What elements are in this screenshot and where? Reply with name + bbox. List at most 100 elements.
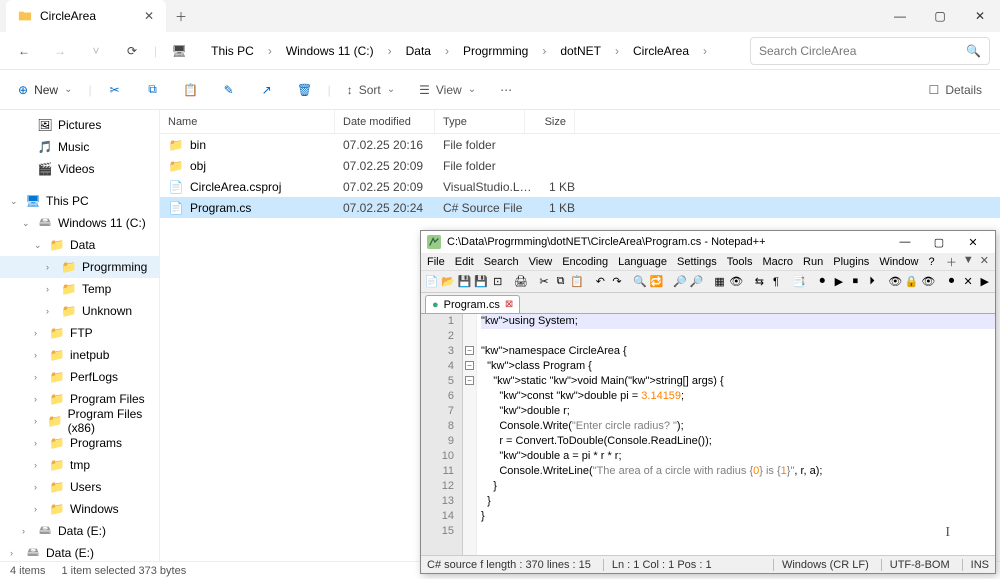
sort-button[interactable]: ↕ Sort ⌄ <box>339 76 403 104</box>
tree-item[interactable]: ›📁Progrmming <box>0 256 159 278</box>
npp-tool-icon[interactable]: 👁 <box>921 274 936 290</box>
tab-add-button[interactable]: ＋ <box>166 8 196 25</box>
npp-menu-add[interactable]: ＋ <box>946 254 957 270</box>
code-line[interactable]: "kw">namespace CircleArea { <box>481 344 995 359</box>
breadcrumb-segment[interactable]: This PC <box>205 41 260 61</box>
tree-item[interactable]: ›📁Program Files (x86) <box>0 410 159 432</box>
npp-tool-icon[interactable]: ▶ <box>832 274 847 290</box>
npp-tool-icon[interactable]: ⏺ <box>944 274 959 290</box>
npp-tool-icon[interactable]: ▦ <box>712 274 727 290</box>
col-type[interactable]: Type <box>435 110 525 133</box>
npp-menu-encoding[interactable]: Encoding <box>562 256 608 268</box>
npp-titlebar[interactable]: C:\Data\Progrmming\dotNET\CircleArea\Pro… <box>421 231 995 253</box>
npp-tool-icon[interactable]: ▶ <box>977 274 992 290</box>
new-button[interactable]: ⊕ New ⌄ <box>10 76 80 104</box>
npp-tool-icon[interactable]: ⏹ <box>848 274 863 290</box>
npp-file-tab[interactable]: ● Program.cs ⊠ <box>425 295 520 313</box>
tree-item[interactable]: ›📁Unknown <box>0 300 159 322</box>
tree-item[interactable]: ›🖴Data (E:) <box>0 542 159 561</box>
search-input[interactable]: Search CircleArea 🔍 <box>750 37 990 65</box>
npp-tool-icon[interactable]: ⇆ <box>752 274 767 290</box>
tree-item[interactable]: ›📁Programs <box>0 432 159 454</box>
more-button[interactable]: ⋯ <box>492 76 520 104</box>
npp-tool-icon[interactable]: 💾 <box>474 274 489 290</box>
copy-button[interactable]: ⧉ <box>138 76 168 104</box>
breadcrumb-segment[interactable]: Progrmming <box>457 41 534 61</box>
code-line[interactable]: } <box>481 494 995 509</box>
npp-menu-file[interactable]: File <box>427 256 445 268</box>
npp-tool-icon[interactable]: ↶ <box>593 274 608 290</box>
npp-tool-icon[interactable]: 📄 <box>424 274 439 290</box>
back-button[interactable]: ← <box>10 37 38 65</box>
npp-tool-icon[interactable]: 👁 <box>888 274 903 290</box>
breadcrumb-segment[interactable]: dotNET <box>554 41 607 61</box>
npp-tool-icon[interactable]: 💾 <box>457 274 472 290</box>
npp-tool-icon[interactable]: 📂 <box>441 274 456 290</box>
breadcrumb-segment[interactable]: Data <box>400 41 437 61</box>
paste-button[interactable]: 📋 <box>176 76 206 104</box>
refresh-button[interactable]: ⟳ <box>118 37 146 65</box>
cut-button[interactable]: ✂ <box>100 76 130 104</box>
npp-menu-settings[interactable]: Settings <box>677 256 717 268</box>
npp-tool-icon[interactable]: ¶ <box>769 274 784 290</box>
npp-tool-icon[interactable]: ⏺ <box>815 274 830 290</box>
npp-tool-icon[interactable]: 🔁 <box>649 274 664 290</box>
tree-item[interactable]: ⌄🖥This PC <box>0 190 159 212</box>
npp-tool-icon[interactable]: 🔍 <box>633 274 648 290</box>
npp-tool-icon[interactable]: 🔒 <box>904 274 919 290</box>
quickaccess-pictures[interactable]: 🖼Pictures <box>0 114 159 136</box>
npp-tool-icon[interactable]: ⊡ <box>490 274 505 290</box>
file-row[interactable]: 📄CircleArea.csproj 07.02.25 20:09VisualS… <box>160 176 1000 197</box>
code-line[interactable]: Console.WriteLine("The area of a circle … <box>481 464 995 479</box>
npp-tool-icon[interactable]: ⏵ <box>865 274 880 290</box>
close-button[interactable]: ✕ <box>960 0 1000 32</box>
col-size[interactable]: Size <box>525 110 575 133</box>
nav-tree[interactable]: 🖼Pictures🎵Music🎬Videos⌄🖥This PC⌄🖴Windows… <box>0 110 160 561</box>
code-line[interactable]: "kw">using System; <box>481 314 995 329</box>
forward-button[interactable]: → <box>46 37 74 65</box>
npp-tool-icon[interactable]: 📑 <box>792 274 807 290</box>
npp-tool-icon[interactable]: 🔎 <box>689 274 704 290</box>
monitor-icon[interactable]: 🖥 <box>165 37 193 65</box>
code-line[interactable] <box>481 329 995 344</box>
breadcrumb-segment[interactable]: CircleArea <box>627 41 695 61</box>
npp-toolbar[interactable]: 📄📂💾💾⊡🖨✂⧉📋↶↷🔍🔁🔎🔎▦👁⇆¶📑⏺▶⏹⏵👁🔒👁⏺✕▶ <box>421 271 995 293</box>
breadcrumb-segment[interactable]: Windows 11 (C:) <box>280 41 380 61</box>
npp-menu-language[interactable]: Language <box>618 256 667 268</box>
npp-tool-icon[interactable]: 👁 <box>729 274 744 290</box>
details-button[interactable]: ☐ Details <box>921 76 990 104</box>
col-name[interactable]: Name <box>160 110 335 133</box>
file-row[interactable]: 📄Program.cs 07.02.25 20:24C# Source File… <box>160 197 1000 218</box>
npp-editor[interactable]: 123456789101112131415 −−− "kw">using Sys… <box>421 313 995 555</box>
maximize-button[interactable]: ▢ <box>920 0 960 32</box>
npp-menu-?[interactable]: ? <box>928 256 934 268</box>
npp-minimize[interactable]: — <box>889 233 921 251</box>
share-button[interactable]: ↗ <box>252 76 282 104</box>
up-button[interactable]: ˅ <box>82 37 110 65</box>
code-line[interactable]: } <box>481 509 995 524</box>
tree-item[interactable]: ›📁tmp <box>0 454 159 476</box>
code-line[interactable]: "kw">const "kw">double pi = 3.14159; <box>481 389 995 404</box>
code-line[interactable] <box>481 524 995 539</box>
tab-close-icon[interactable]: ✕ <box>144 9 154 23</box>
view-button[interactable]: ☰ View ⌄ <box>411 76 484 104</box>
npp-tool-icon[interactable]: 🖨 <box>514 274 529 290</box>
code-line[interactable]: "kw">static "kw">void Main("kw">string[]… <box>481 374 995 389</box>
tree-item[interactable]: ›📁Temp <box>0 278 159 300</box>
npp-menu-tools[interactable]: Tools <box>727 256 753 268</box>
code-line[interactable]: Console.Write("Enter circle radius? "); <box>481 419 995 434</box>
npp-menu-view[interactable]: View <box>529 256 553 268</box>
npp-menu-down[interactable]: ▼ <box>963 254 974 270</box>
code-line[interactable]: "kw">double r; <box>481 404 995 419</box>
tree-item[interactable]: ⌄📁Data <box>0 234 159 256</box>
tree-item[interactable]: ›📁PerfLogs <box>0 366 159 388</box>
npp-menu-run[interactable]: Run <box>803 256 823 268</box>
npp-menu-edit[interactable]: Edit <box>455 256 474 268</box>
minimize-button[interactable]: — <box>880 0 920 32</box>
npp-tool-icon[interactable]: ✂ <box>537 274 552 290</box>
quickaccess-videos[interactable]: 🎬Videos <box>0 158 159 180</box>
npp-tool-icon[interactable]: ✕ <box>961 274 976 290</box>
npp-tool-icon[interactable]: 📋 <box>570 274 585 290</box>
code-line[interactable]: "kw">class Program { <box>481 359 995 374</box>
npp-menubar[interactable]: FileEditSearchViewEncodingLanguageSettin… <box>421 253 995 271</box>
